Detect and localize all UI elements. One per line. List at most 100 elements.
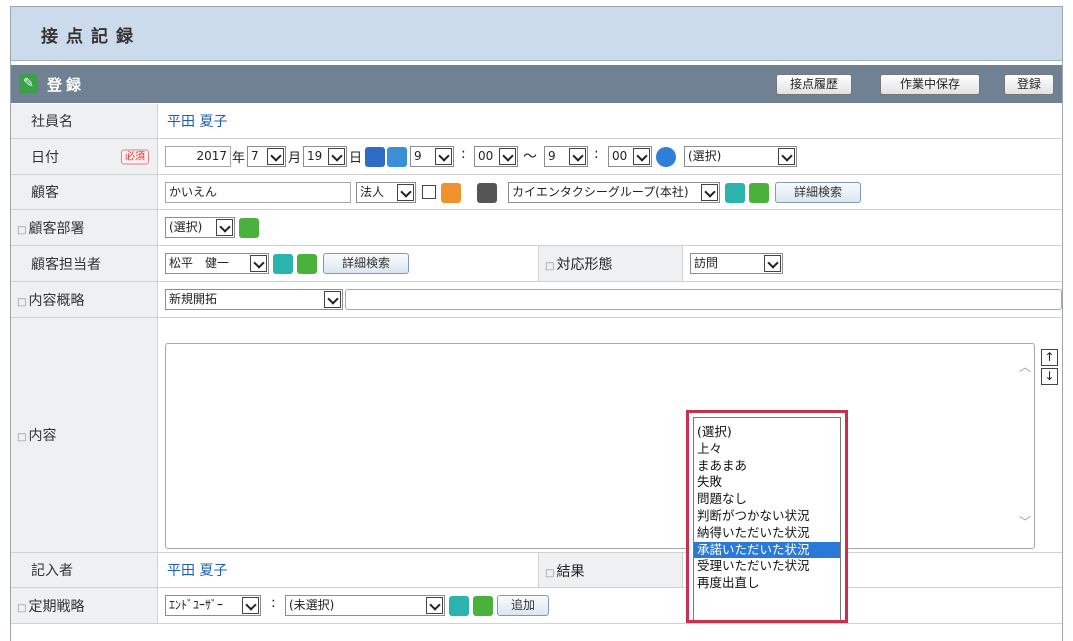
register-icon: ✎	[19, 74, 38, 93]
row-customer-dept: □ 顧客部署 (選択)	[11, 210, 1062, 246]
collapse-icon[interactable]: □	[545, 261, 554, 272]
customer-label: 顧客	[31, 185, 59, 201]
day-select[interactable]: 19	[303, 146, 347, 167]
collapse-icon[interactable]: □	[17, 603, 26, 614]
start-minute-select[interactable]: 00	[474, 146, 518, 167]
collapse-icon[interactable]: □	[17, 432, 26, 443]
calendar-icon[interactable]	[365, 147, 385, 167]
time-colon-2: :	[594, 146, 599, 162]
result-label-cell: □ 結果	[538, 553, 683, 587]
summary-select[interactable]: 新規開拓	[165, 289, 343, 310]
time-colon: :	[461, 146, 466, 162]
chevron-down-icon	[267, 148, 284, 165]
range-tilde: ～	[523, 149, 537, 165]
response-type-select[interactable]: 訪問	[690, 253, 783, 274]
register-button[interactable]: 登録	[1004, 74, 1054, 95]
customer-type-select[interactable]: 法人	[356, 182, 416, 203]
employee-label: 社員名	[31, 114, 73, 130]
contact-record-window: 接点記録 ✎ 登録 接点履歴 作業中保存 登録 社員名 平田 夏子 日付 必須 …	[10, 6, 1063, 641]
end-hour-select[interactable]: 9	[544, 146, 588, 167]
scroll-up-icon[interactable]: ︿	[1019, 358, 1031, 375]
edit-icon[interactable]	[749, 183, 769, 203]
result-option[interactable]: 再度出直し	[694, 575, 840, 592]
row-author: 記入者 平田 夏子 □ 結果	[11, 553, 1062, 588]
response-type-label: 対応形態	[556, 257, 613, 273]
customer-contact-select[interactable]: 松平 健一	[165, 253, 269, 274]
summary-text-input[interactable]	[345, 289, 1062, 310]
customer-checkbox[interactable]	[422, 185, 436, 199]
binoculars-icon[interactable]	[477, 183, 497, 203]
result-option[interactable]: 問題なし	[694, 491, 840, 508]
date-label: 日付	[31, 149, 59, 166]
chevron-down-icon	[499, 148, 516, 165]
chevron-down-icon	[569, 148, 586, 165]
result-option[interactable]: 失敗	[694, 474, 840, 491]
chevron-down-icon	[242, 597, 259, 614]
strategy-user-select[interactable]: ｴﾝﾄﾞﾕｰｻﾞｰ	[165, 595, 261, 616]
result-option[interactable]: まあまあ	[694, 458, 840, 475]
expand-down-icon[interactable]: ↓	[1041, 368, 1058, 385]
save-draft-button[interactable]: 作業中保存	[880, 74, 980, 95]
calendar-today-icon[interactable]	[387, 147, 407, 167]
add-strategy-button[interactable]: 追加	[497, 595, 549, 616]
row-customer: 顧客 かいえん 法人 カイエンタクシーグループ(本社) 詳細検索	[11, 175, 1062, 210]
person-icon[interactable]	[441, 183, 461, 203]
collapse-icon[interactable]: □	[545, 568, 554, 579]
search-icon[interactable]	[725, 183, 745, 203]
scroll-down-icon[interactable]: ﹀	[1019, 513, 1031, 530]
result-option[interactable]: 上々	[694, 441, 840, 458]
customer-dept-select[interactable]: (選択)	[165, 217, 235, 238]
result-dropdown[interactable]: (選択) 上々 まあまあ 失敗 問題なし 判断がつかない状況 納得いただいた状況 承諾いただい…	[686, 410, 848, 623]
search-icon[interactable]	[273, 254, 293, 274]
row-employee: 社員名 平田 夏子	[11, 104, 1062, 139]
month-select[interactable]: 7	[247, 146, 286, 167]
page-title: 接点記録	[41, 27, 141, 47]
chevron-down-icon	[324, 291, 341, 308]
row-date: 日付 必須 2017 年 7 月 19 日 9 : 00 ～ 9 : 00 (選…	[11, 139, 1062, 175]
chevron-down-icon	[250, 255, 267, 272]
search-icon[interactable]	[449, 596, 469, 616]
result-options-list[interactable]: (選択) 上々 まあまあ 失敗 問題なし 判断がつかない状況 納得いただいた状況 承諾いただい…	[693, 417, 841, 620]
strategy-value-select[interactable]: (未選択)	[285, 595, 445, 616]
row-content: □ 内容 ︿ ﹀ ↑ ↓	[11, 318, 1062, 553]
content-label: 内容	[28, 428, 57, 444]
contact-history-button[interactable]: 接点履歴	[776, 74, 852, 95]
time-preset-select[interactable]: (選択)	[684, 146, 797, 167]
result-option[interactable]: (選択)	[694, 424, 840, 441]
result-option[interactable]: 納得いただいた状況	[694, 525, 840, 542]
edit-icon[interactable]	[297, 254, 317, 274]
strategy-label: 定期戦略	[28, 598, 85, 615]
result-option[interactable]: 承諾いただいた状況	[694, 541, 840, 559]
row-strategy: □ 定期戦略 ｴﾝﾄﾞﾕｰｻﾞｰ : (未選択) 追加	[11, 588, 1062, 624]
customer-contact-label: 顧客担当者	[31, 256, 101, 273]
contact-detail-search-button[interactable]: 詳細検索	[323, 253, 409, 274]
collapse-icon[interactable]: □	[17, 225, 26, 236]
year-unit: 年	[232, 151, 246, 166]
end-minute-select[interactable]: 00	[608, 146, 652, 167]
response-type-label-cell: □ 対応形態	[538, 246, 683, 281]
content-textarea[interactable]	[165, 343, 1035, 549]
month-unit: 月	[288, 151, 302, 166]
chevron-down-icon	[328, 148, 345, 165]
edit-icon[interactable]	[239, 218, 259, 238]
summary-label: 内容概略	[28, 292, 85, 309]
customer-detail-search-button[interactable]: 詳細検索	[775, 182, 861, 203]
result-option[interactable]: 判断がつかない状況	[694, 508, 840, 525]
employee-name: 平田 夏子	[167, 114, 228, 130]
clock-icon[interactable]	[656, 147, 676, 167]
expand-up-icon[interactable]: ↑	[1041, 349, 1058, 366]
year-input[interactable]: 2017	[165, 146, 231, 167]
customer-dept-label: 顧客部署	[28, 220, 85, 237]
start-hour-select[interactable]: 9	[410, 146, 454, 167]
chevron-down-icon	[701, 184, 718, 201]
collapse-icon[interactable]: □	[17, 297, 26, 308]
edit-icon[interactable]	[473, 596, 493, 616]
chevron-down-icon	[778, 148, 795, 165]
author-name: 平田 夏子	[167, 563, 228, 579]
company-select[interactable]: カイエンタクシーグループ(本社)	[508, 182, 720, 203]
chevron-down-icon	[764, 255, 781, 272]
result-option[interactable]: 受理いただいた状況	[694, 558, 840, 575]
title-bar: 接点記録	[11, 7, 1062, 61]
customer-search-input[interactable]: かいえん	[165, 182, 351, 203]
chevron-down-icon	[426, 597, 443, 614]
